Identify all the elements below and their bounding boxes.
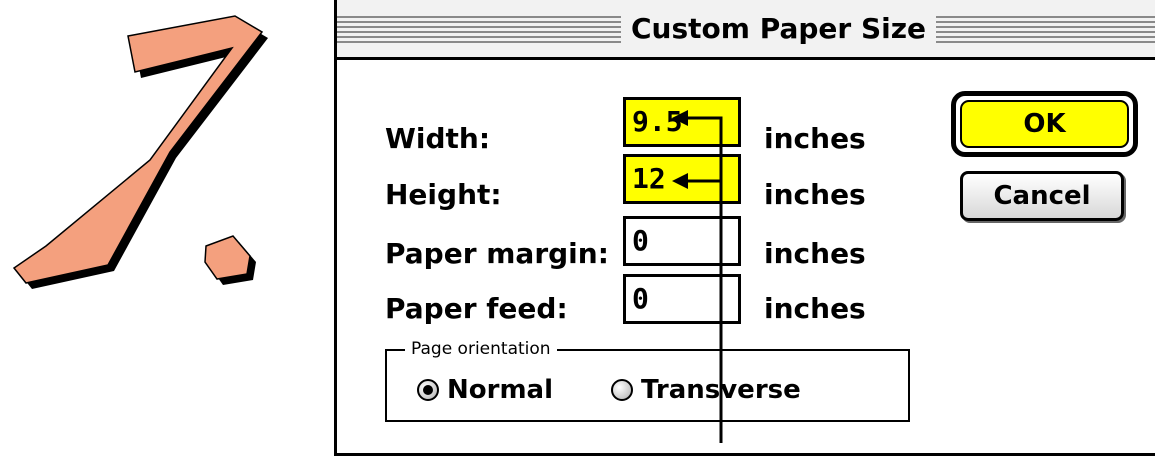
paper-margin-unit: inches (764, 237, 866, 270)
orientation-transverse-radio[interactable]: Transverse (611, 373, 801, 407)
dialog-title: Custom Paper Size (621, 9, 936, 49)
height-label: Height: (385, 178, 502, 211)
dialog-title-bar[interactable]: Custom Paper Size (337, 0, 1155, 60)
ok-button[interactable]: OK (951, 91, 1138, 157)
page-orientation-group: Page orientation Normal Transverse (385, 339, 910, 422)
paper-feed-field[interactable]: 0 (623, 274, 741, 324)
width-unit: inches (764, 122, 866, 155)
step-3-numeral (12, 15, 268, 289)
radio-unchecked-icon (611, 379, 633, 401)
height-unit: inches (764, 178, 866, 211)
paper-feed-unit: inches (764, 292, 866, 325)
paper-margin-label: Paper margin: (385, 237, 609, 270)
paper-feed-label: Paper feed: (385, 292, 568, 325)
width-label: Width: (385, 122, 491, 155)
orientation-transverse-label: Transverse (641, 375, 801, 405)
height-field[interactable]: 12 (623, 154, 741, 204)
custom-paper-size-dialog: Custom Paper Size Width: 9.5 inches Heig… (334, 0, 1155, 456)
radio-checked-icon (417, 379, 439, 401)
ok-button-label: OK (960, 100, 1129, 148)
width-field[interactable]: 9.5 (623, 97, 741, 147)
cancel-button[interactable]: Cancel (960, 171, 1124, 221)
page-orientation-label: Page orientation (405, 339, 557, 359)
orientation-normal-label: Normal (447, 375, 553, 405)
orientation-normal-radio[interactable]: Normal (417, 373, 553, 407)
paper-margin-field[interactable]: 0 (623, 216, 741, 266)
